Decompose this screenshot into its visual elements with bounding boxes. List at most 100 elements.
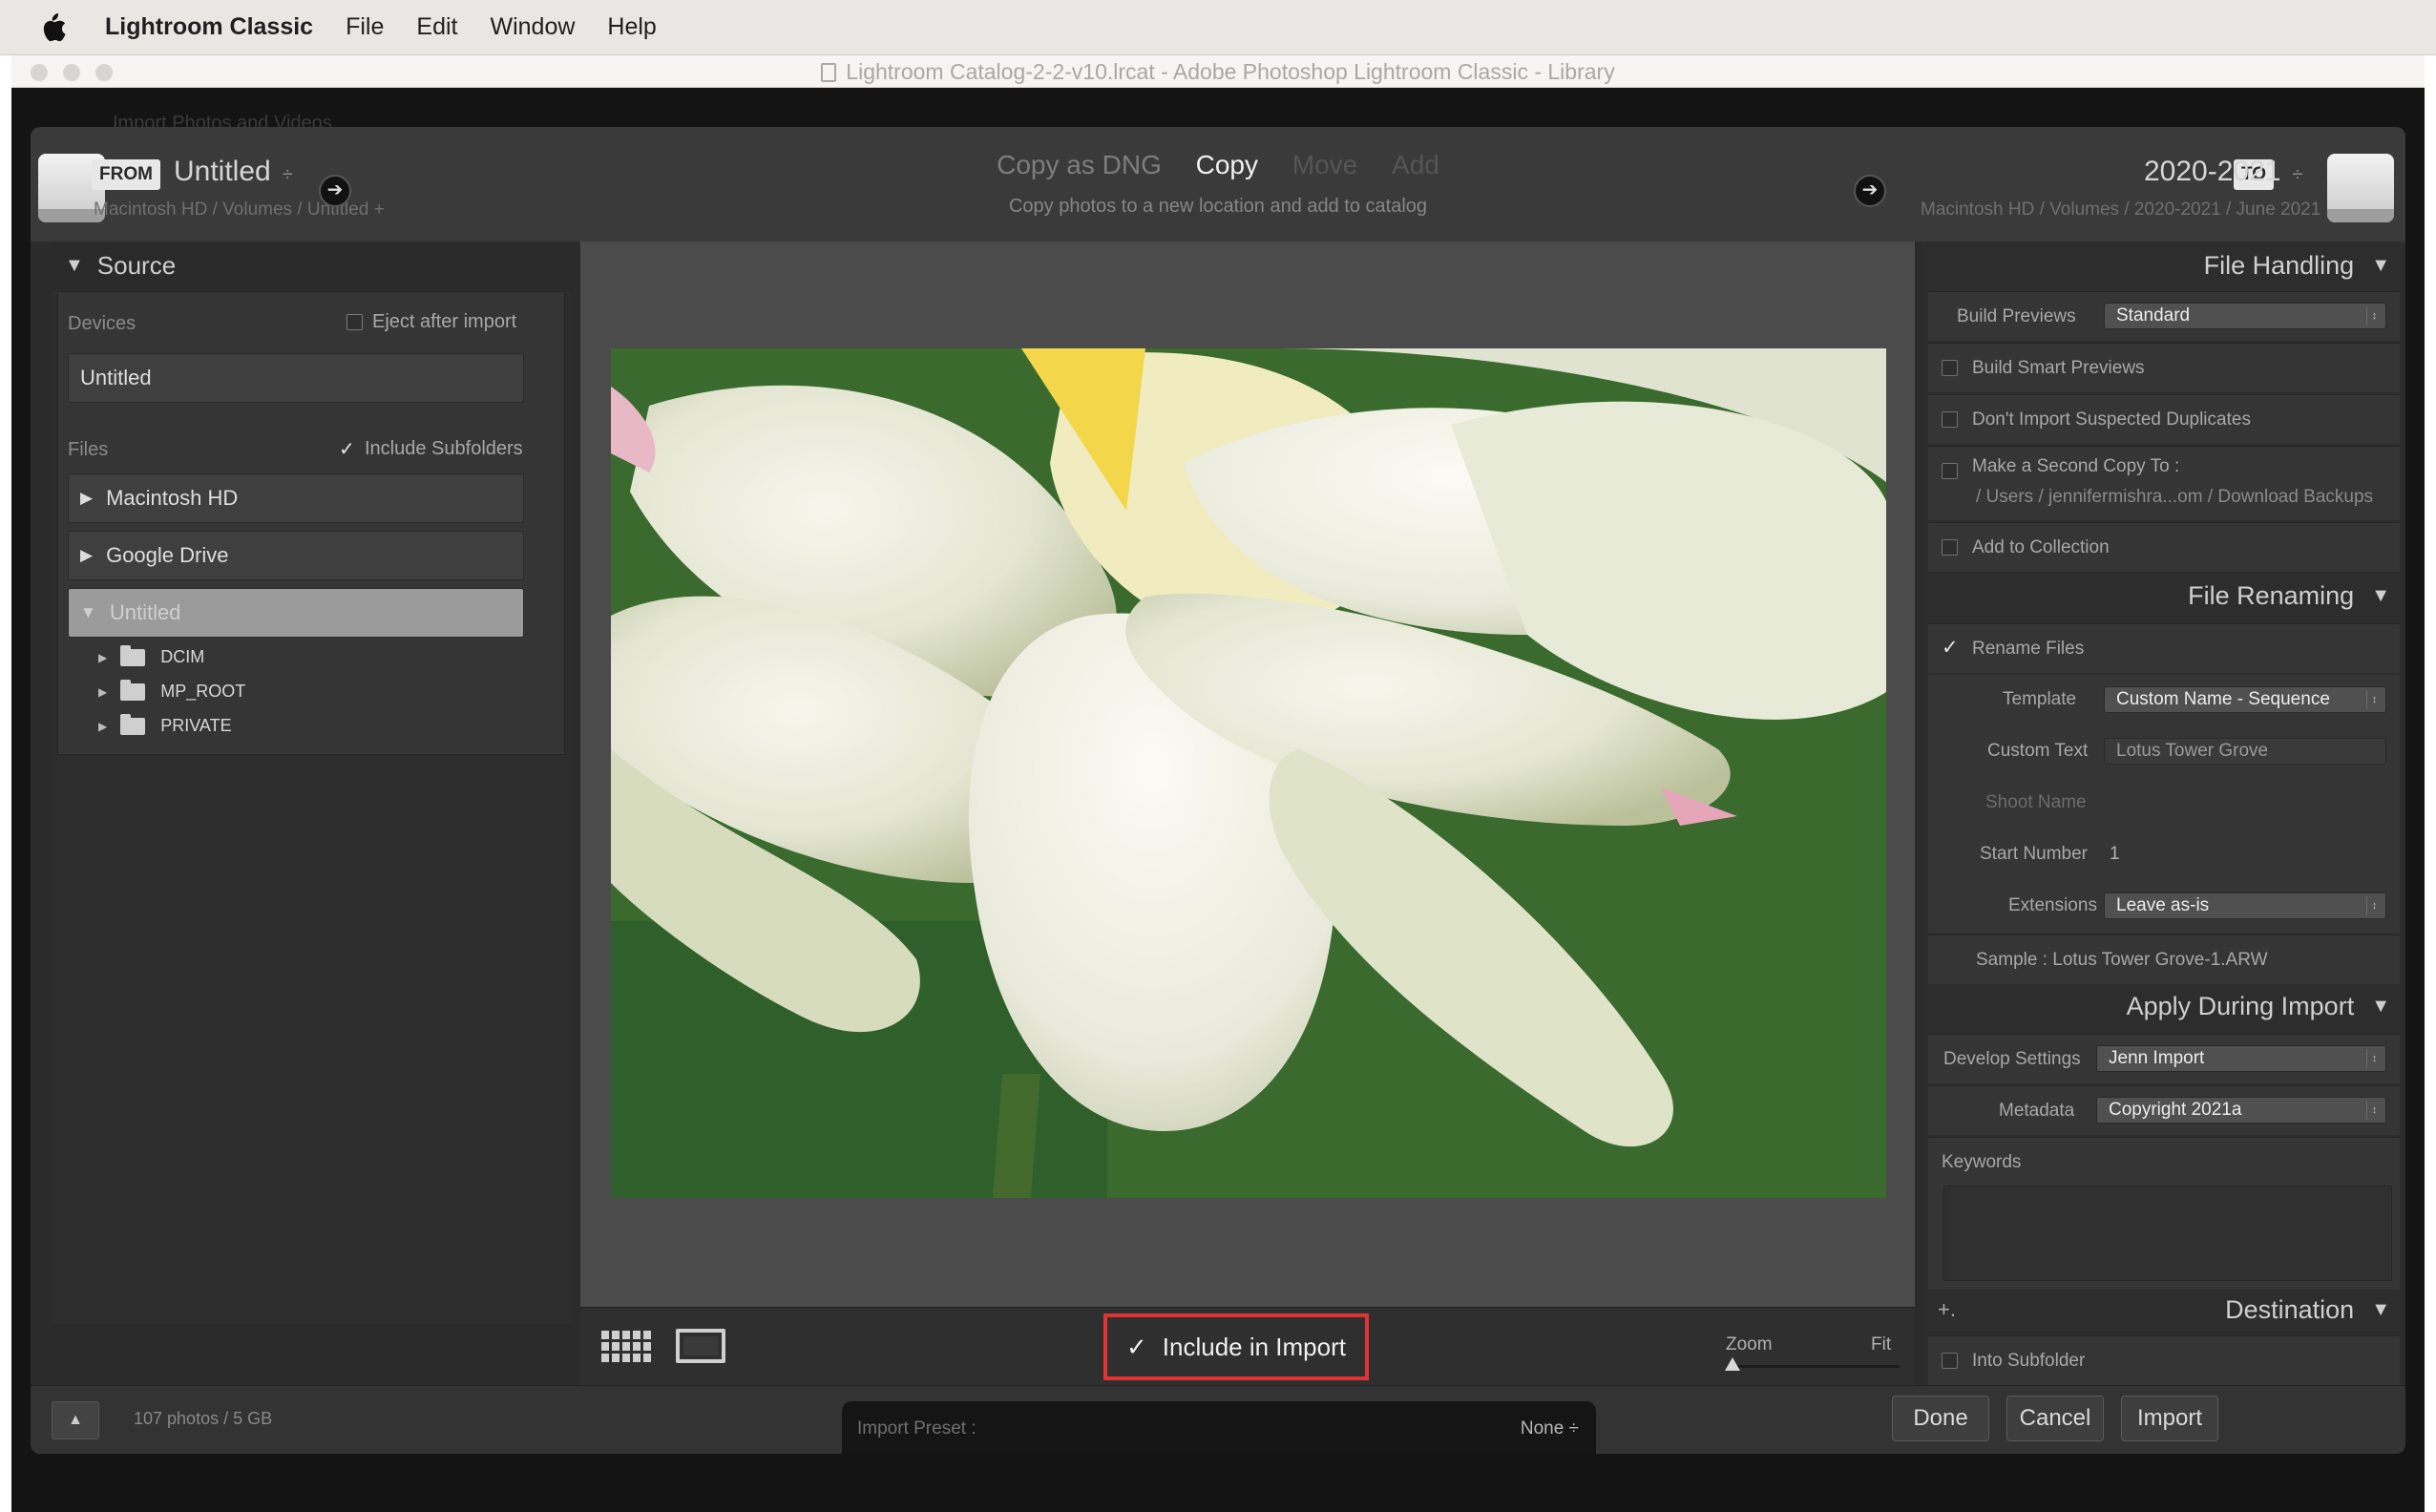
template-value: Custom Name - Sequence [2116, 689, 2330, 709]
destination-arrow-icon[interactable]: ➔ [1854, 175, 1886, 207]
folder-dcim[interactable]: ▶ DCIM [98, 644, 205, 667]
spinner-icon: ↕ [2366, 896, 2382, 915]
file-renaming-header[interactable]: File Renaming ▼ [2188, 581, 2390, 611]
metadata-value: Copyright 2021a [2109, 1100, 2242, 1120]
into-subfolder-label: Into Subfolder [1972, 1351, 2086, 1371]
keywords-input[interactable] [1943, 1186, 2392, 1281]
destination-path[interactable]: Macintosh HD / Volumes / 2020-2021 / Jun… [1921, 200, 2320, 220]
zoom-slider-thumb[interactable] [1725, 1357, 1740, 1371]
custom-text-field[interactable]: Lotus Tower Grove [2104, 738, 2386, 765]
build-smart-previews-row[interactable]: Build Smart Previews [1928, 343, 2400, 392]
mode-add[interactable]: Add [1392, 150, 1439, 179]
folder-label: PRIVATE [160, 716, 232, 735]
apple-icon[interactable] [38, 11, 67, 44]
second-copy-row[interactable]: Make a Second Copy To : / Users / jennife… [1928, 446, 2400, 520]
grid-view-icon[interactable] [601, 1331, 651, 1365]
eject-after-import-checkbox[interactable]: Eject after import [346, 311, 516, 333]
collapse-triangle-icon: ▼ [2371, 255, 2390, 276]
apply-during-import-header[interactable]: Apply During Import ▼ [2127, 992, 2390, 1021]
start-number-row: Start Number 1 [1928, 830, 2400, 881]
mode-copy[interactable]: Copy [1196, 150, 1258, 179]
develop-settings-dropdown[interactable]: Jenn Import ↕ [2096, 1045, 2386, 1072]
template-dropdown[interactable]: Custom Name - Sequence ↕ [2104, 686, 2386, 713]
import-button[interactable]: Import [2121, 1396, 2218, 1441]
folder-mp-root[interactable]: ▶ MP_ROOT [98, 679, 245, 702]
document-icon [821, 63, 837, 82]
start-number-value[interactable]: 1 [2110, 844, 2120, 865]
import-preset-value: None ÷ [1520, 1418, 1579, 1438]
collapse-triangle-icon: ▼ [2371, 585, 2390, 606]
no-duplicates-row[interactable]: Don't Import Suspected Duplicates [1928, 394, 2400, 444]
volume-macintosh-hd[interactable]: ▶ Macintosh HD [68, 473, 524, 523]
add-to-collection-label: Add to Collection [1972, 537, 2110, 557]
extensions-label: Extensions [2008, 895, 2097, 915]
photo-preview[interactable] [611, 348, 1886, 1198]
metadata-label: Metadata [1999, 1101, 2075, 1121]
photo-count: 107 photos / 5 GB [134, 1409, 273, 1428]
menu-window[interactable]: Window [490, 13, 575, 41]
add-to-collection-row[interactable]: Add to Collection [1928, 522, 2400, 572]
volume-label: Google Drive [106, 543, 229, 567]
folder-icon [120, 644, 146, 666]
cancel-button[interactable]: Cancel [2006, 1396, 2104, 1441]
shoot-name-row: Shoot Name [1928, 778, 2400, 830]
volume-untitled[interactable]: ▼ Untitled [68, 588, 524, 638]
include-subfolders-label: Include Subfolders [365, 438, 523, 459]
menu-help[interactable]: Help [607, 13, 656, 41]
menu-lightroom-classic[interactable]: Lightroom Classic [105, 13, 313, 41]
expand-triangle-icon: ▶ [98, 684, 108, 699]
develop-settings-row: Develop Settings Jenn Import ↕ [1928, 1034, 2400, 1083]
zoom-slider[interactable] [1732, 1365, 1900, 1368]
menu-edit[interactable]: Edit [416, 13, 457, 41]
no-duplicates-label: Don't Import Suspected Duplicates [1972, 410, 2251, 430]
into-subfolder-row[interactable]: Into Subfolder [1928, 1335, 2400, 1385]
mac-menubar: Lightroom Classic File Edit Window Help [0, 0, 2436, 55]
spinner-icon: ↕ [2366, 1049, 2382, 1068]
volume-label: Macintosh HD [106, 486, 239, 510]
mode-move[interactable]: Move [1292, 150, 1357, 179]
checkbox-icon [1942, 360, 1958, 376]
destination-header[interactable]: Destination ▼ [2225, 1295, 2390, 1325]
checkbox-icon [346, 314, 363, 330]
done-button[interactable]: Done [1892, 1396, 1989, 1441]
start-number-label: Start Number [1980, 844, 2088, 864]
expand-collapse-button[interactable]: ▲ [52, 1401, 99, 1439]
folder-private[interactable]: ▶ PRIVATE [98, 713, 232, 736]
checkbox-icon [1942, 463, 1958, 479]
import-dialog: FROM Untitled ÷ Macintosh HD / Volumes / … [31, 127, 2405, 1454]
volume-label: Untitled [109, 600, 181, 624]
collapse-triangle-icon: ▼ [80, 603, 96, 621]
preview-area [580, 242, 1915, 1307]
lotus-flower-image [611, 348, 1886, 1198]
add-destination-icon[interactable]: +. [1938, 1297, 1956, 1322]
build-previews-dropdown[interactable]: Standard ↕ [2104, 303, 2386, 329]
check-icon: ✓ [339, 439, 355, 460]
second-copy-path[interactable]: / Users / jennifermishra...om / Download… [1976, 487, 2373, 508]
rename-files-row[interactable]: ✓ Rename Files [1928, 623, 2400, 673]
destination-selector-icon: ÷ [2292, 164, 2303, 185]
menu-file[interactable]: File [346, 13, 384, 41]
loupe-view-icon[interactable] [676, 1329, 725, 1363]
destination-selector[interactable]: 2020-2021 ÷ [2144, 156, 2302, 188]
source-panel-header[interactable]: ▼ Source [52, 242, 571, 289]
devices-label: Devices [68, 313, 136, 334]
collapse-triangle-icon: ▼ [2371, 996, 2390, 1017]
extensions-dropdown[interactable]: Leave as-is ↕ [2104, 892, 2386, 919]
mode-copy-as-dng[interactable]: Copy as DNG [997, 150, 1162, 179]
template-label: Template [2003, 689, 2077, 709]
device-untitled[interactable]: Untitled [68, 353, 524, 403]
import-mode-selector: Copy as DNG Copy Move Add [31, 150, 2405, 180]
build-previews-row: Build Previews Standard ↕ [1928, 291, 2400, 341]
import-preset-selector[interactable]: Import Preset : None ÷ [842, 1401, 1596, 1454]
folder-icon [120, 713, 146, 735]
include-in-import-checkbox[interactable]: ✓ Include in Import [1103, 1313, 1369, 1380]
shoot-name-label: Shoot Name [1985, 792, 2087, 812]
file-handling-title: File Handling [2203, 251, 2355, 280]
metadata-dropdown[interactable]: Copyright 2021a ↕ [2096, 1097, 2386, 1124]
file-handling-header[interactable]: File Handling ▼ [2204, 251, 2390, 281]
check-icon: ✓ [1942, 637, 1959, 659]
include-subfolders-checkbox[interactable]: ✓ Include Subfolders [339, 437, 523, 461]
folder-label: DCIM [160, 647, 205, 666]
destination-name: 2020-2021 [2144, 156, 2281, 187]
volume-google-drive[interactable]: ▶ Google Drive [68, 531, 524, 580]
